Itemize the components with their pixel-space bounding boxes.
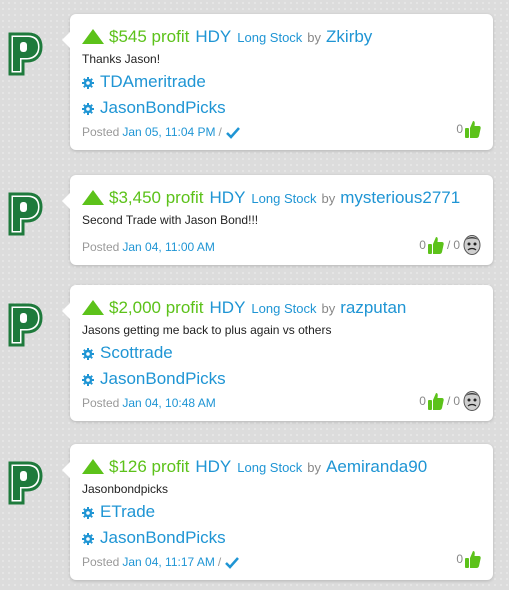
by-label: by <box>321 190 336 206</box>
post-footer: Posted Jan 04, 11:00 AM 0/0 <box>82 235 481 257</box>
dislike-count: 0 <box>453 394 460 408</box>
like-count: 0 <box>419 394 426 408</box>
separator: / <box>218 125 222 139</box>
post-message: Thanks Jason! <box>82 52 161 66</box>
post-footer: Posted Jan 05, 11:04 PM/ 0 <box>82 120 481 142</box>
up-triangle-icon <box>82 189 104 205</box>
vote-separator: / <box>446 238 451 252</box>
broker-tag[interactable]: JasonBondPicks <box>82 96 481 120</box>
post-header: $2,000 profit HDY Long Stock by razputan <box>82 297 481 319</box>
by-label: by <box>321 300 336 316</box>
vote-controls: 0/0 <box>419 391 481 411</box>
tag-label[interactable]: ETrade <box>100 502 155 522</box>
username-link[interactable]: razputan <box>340 298 406 318</box>
gear-icon <box>82 506 94 519</box>
post-date[interactable]: Jan 04, 11:00 AM <box>122 240 215 254</box>
thumbs-up-icon[interactable] <box>465 120 481 138</box>
post-card: $3,450 profit HDY Long Stock by mysterious27… <box>62 175 493 265</box>
profit-amount: $126 profit <box>109 457 190 476</box>
gear-icon <box>82 76 94 89</box>
username-link[interactable]: Zkirby <box>326 27 372 47</box>
broker-tag[interactable]: JasonBondPicks <box>82 367 481 391</box>
profit-amount: $545 profit <box>109 27 190 46</box>
post-header: $126 profit HDY Long Stock by Aemiranda90 <box>82 456 481 478</box>
ticker-link[interactable]: HDY <box>195 457 231 477</box>
by-label: by <box>307 459 322 475</box>
posted-label: Posted <box>82 396 120 410</box>
checkmark-icon <box>225 556 240 569</box>
vote-controls: 0 <box>456 550 481 568</box>
stock-type: Long Stock <box>237 459 303 475</box>
broker-tag[interactable]: TDAmeritrade <box>82 70 481 94</box>
broker-tag[interactable]: JasonBondPicks <box>82 526 481 550</box>
checkmark-icon <box>225 126 240 139</box>
like-count: 0 <box>456 552 463 566</box>
p-logo-icon[interactable] <box>4 297 44 353</box>
gear-icon <box>82 532 94 545</box>
broker-tag[interactable]: Scottrade <box>82 341 481 365</box>
ticker-link[interactable]: HDY <box>210 188 246 208</box>
post-header: $3,450 profit HDY Long Stock by mysterious27… <box>82 187 481 209</box>
ticker-link[interactable]: HDY <box>210 298 246 318</box>
post-header: $545 profit HDY Long Stock by Zkirby <box>82 26 481 48</box>
gear-icon <box>82 347 94 360</box>
frowning-face-icon[interactable] <box>463 391 481 411</box>
thumbs-up-icon[interactable] <box>465 550 481 568</box>
up-triangle-icon <box>82 458 104 474</box>
like-count: 0 <box>456 122 463 136</box>
post-date[interactable]: Jan 04, 11:17 AM <box>122 555 215 569</box>
posted-label: Posted <box>82 240 120 254</box>
gear-icon <box>82 102 94 115</box>
post-message: Second Trade with Jason Bond!!! <box>82 213 259 227</box>
post-card: $2,000 profit HDY Long Stock by razputan Jaso… <box>62 285 493 421</box>
vote-controls: 0 <box>456 120 481 138</box>
tag-label[interactable]: Scottrade <box>100 343 173 363</box>
username-link[interactable]: Aemiranda90 <box>326 457 427 477</box>
profit-amount: $2,000 profit <box>109 298 204 317</box>
post-message: Jasons getting me back to plus again vs … <box>82 323 332 337</box>
post-card: $126 profit HDY Long Stock by Aemiranda90 Jas… <box>62 444 493 580</box>
separator: / <box>217 555 222 569</box>
post-card: $545 profit HDY Long Stock by Zkirby Thanks J… <box>62 14 493 150</box>
frowning-face-icon[interactable] <box>463 235 481 255</box>
ticker-link[interactable]: HDY <box>195 27 231 47</box>
p-logo-icon[interactable] <box>4 455 44 511</box>
thumbs-up-icon[interactable] <box>427 392 444 410</box>
stock-type: Long Stock <box>251 300 317 316</box>
post-footer: Posted Jan 04, 10:48 AM 0/0 <box>82 391 481 413</box>
tag-label[interactable]: TDAmeritrade <box>100 72 206 92</box>
gear-icon <box>82 373 94 386</box>
post-date[interactable]: Jan 04, 10:48 AM <box>122 396 215 410</box>
stock-type: Long Stock <box>251 190 317 206</box>
profit-amount: $3,450 profit <box>109 188 204 207</box>
username-link[interactable]: mysterious2771 <box>340 188 460 208</box>
like-count: 0 <box>419 238 426 252</box>
p-logo-icon[interactable] <box>4 186 44 242</box>
tag-label[interactable]: JasonBondPicks <box>100 528 226 548</box>
post-footer: Posted Jan 04, 11:17 AM/ 0 <box>82 550 481 572</box>
trade-feed: $545 profit HDY Long Stock by Zkirby Thanks J… <box>0 0 509 590</box>
post-date[interactable]: Jan 05, 11:04 PM <box>122 125 215 139</box>
dislike-count: 0 <box>453 238 460 252</box>
vote-controls: 0/0 <box>419 235 481 255</box>
thumbs-up-icon[interactable] <box>427 236 444 254</box>
p-logo-icon[interactable] <box>4 26 44 82</box>
broker-tag[interactable]: ETrade <box>82 500 481 524</box>
stock-type: Long Stock <box>237 29 303 45</box>
posted-label: Posted <box>82 555 120 569</box>
posted-label: Posted <box>82 125 120 139</box>
up-triangle-icon <box>82 28 104 44</box>
tag-label[interactable]: JasonBondPicks <box>100 369 226 389</box>
up-triangle-icon <box>82 299 104 315</box>
post-message: Jasonbondpicks <box>82 482 169 496</box>
tag-label[interactable]: JasonBondPicks <box>100 98 226 118</box>
vote-separator: / <box>446 394 451 408</box>
by-label: by <box>307 29 322 45</box>
